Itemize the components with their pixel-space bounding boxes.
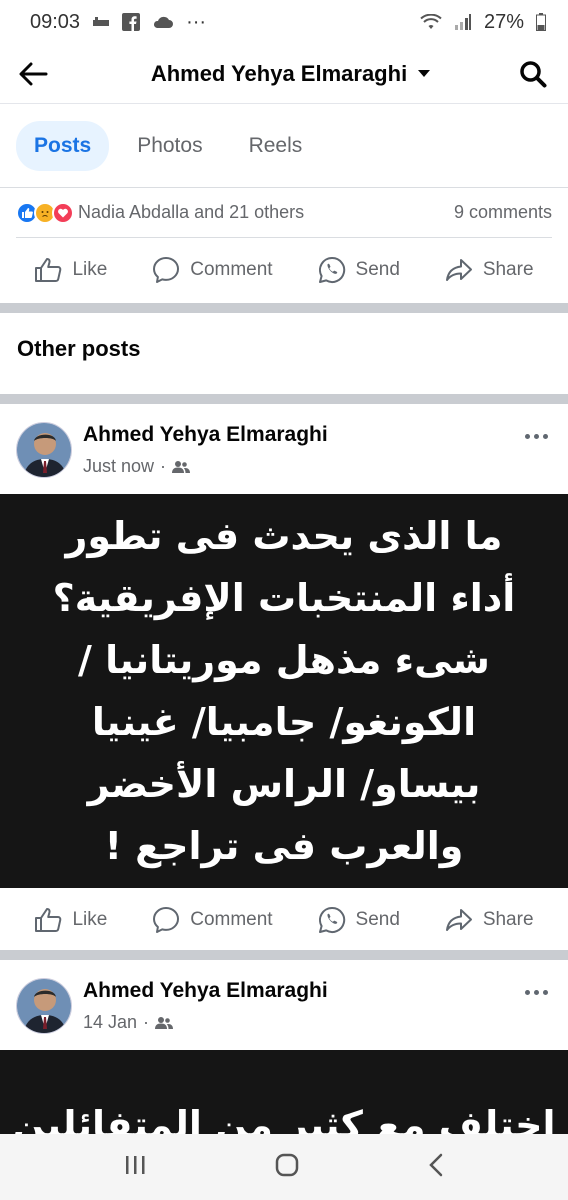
reaction-icons [16,201,74,224]
home-button[interactable] [275,1153,299,1182]
post-author[interactable]: Ahmed Yehya Elmaraghi [83,423,328,447]
profile-tabs: Posts Photos Reels [0,104,568,188]
like-icon [35,258,62,282]
author-photo-icon [17,423,71,477]
separator-dot: · [160,456,167,476]
send-label: Send [355,909,400,930]
signal-icon [454,14,472,30]
comment-label: Comment [190,259,273,280]
send-label: Send [355,259,400,280]
facebook-icon [122,13,141,31]
like-label: Like [72,909,108,930]
more-notifications-icon: ··· [186,10,207,33]
status-right: 27% [420,11,546,34]
recent-apps-button[interactable] [124,1154,146,1181]
dot-icon [542,989,548,995]
recent-apps-icon [126,1155,145,1174]
comment-button[interactable]: Comment [152,256,273,284]
text-post-body[interactable]: اختلف مع كثير من المتفائلين [0,1050,568,1134]
post-action-bar: Like Comment Send Share [0,888,568,952]
search-icon [520,60,547,87]
friends-privacy-icon [155,1016,174,1029]
share-button[interactable]: Share [445,908,534,932]
like-label: Like [72,259,108,280]
post-time[interactable]: 14 Jan [83,1012,137,1033]
profile-header: Ahmed Yehya Elmaraghi [0,44,568,104]
tab-photos[interactable]: Photos [119,121,220,171]
app-notification-icon [92,15,110,29]
battery-level: 27% [483,10,524,33]
share-icon [445,259,472,281]
tab-reels[interactable]: Reels [231,121,321,171]
section-divider [0,950,568,960]
tab-posts[interactable]: Posts [16,120,110,171]
profile-name-dropdown[interactable]: Ahmed Yehya Elmaraghi [84,61,498,87]
avatar[interactable] [16,978,72,1034]
friends-privacy-icon [172,460,191,473]
reactions-summary[interactable]: Nadia Abdalla and 21 others [16,201,305,224]
send-button[interactable]: Send [318,256,400,284]
comments-count[interactable]: 9 comments [454,202,552,223]
battery-icon [536,13,546,31]
love-reaction-icon [52,201,74,224]
section-divider [0,394,568,404]
comment-icon [153,257,180,283]
wifi-icon [420,14,442,30]
caret-down-icon [418,69,431,77]
like-button[interactable]: Like [34,257,107,283]
post-action-bar: Like Comment Send Share [0,238,568,302]
dot-icon [533,433,539,439]
post-meta: 14 Jan · [83,1012,174,1033]
post-header: Ahmed Yehya Elmaraghi Just now · [0,404,568,494]
share-label: Share [482,909,534,930]
post-text: اختلف مع كثير من المتفائلين [12,1103,556,1134]
more-options-button[interactable] [518,424,554,448]
comment-label: Comment [190,909,273,930]
reactions-text: Nadia Abdalla and 21 others [78,202,305,222]
search-button[interactable] [498,44,568,104]
dot-icon [542,433,548,439]
post-time[interactable]: Just now [83,456,154,477]
back-button[interactable] [0,44,66,104]
comment-button[interactable]: Comment [152,906,273,934]
dot-icon [524,433,530,439]
share-button[interactable]: Share [445,258,534,282]
separator-dot: · [143,1012,150,1032]
send-button[interactable]: Send [318,906,400,934]
share-label: Share [482,259,534,280]
more-options-button[interactable] [518,980,554,1004]
back-chevron-icon [428,1153,442,1176]
system-nav-bar [0,1134,568,1200]
comment-icon [153,907,180,933]
like-button[interactable]: Like [34,907,107,933]
status-bar: 09:03 ··· 27% [0,0,568,44]
back-nav-button[interactable] [428,1153,444,1182]
post-text: ما الذى يحدث فى تطور أداء المنتخبات الإف… [52,514,516,868]
post-meta: Just now · [83,456,191,477]
cloud-icon [152,15,174,29]
share-icon [445,909,472,931]
dot-icon [524,989,530,995]
status-left: 09:03 ··· [30,11,206,34]
other-posts-heading: Other posts [17,336,141,361]
whatsapp-icon [318,256,345,283]
page-title: Ahmed Yehya Elmaraghi [150,60,408,86]
author-photo-icon [17,979,71,1033]
whatsapp-icon [318,906,345,933]
post-header: Ahmed Yehya Elmaraghi 14 Jan · [0,960,568,1050]
text-post-body[interactable]: ما الذى يحدث فى تطور أداء المنتخبات الإف… [0,494,568,888]
like-icon [35,908,62,932]
reactions-summary-row: Nadia Abdalla and 21 others 9 comments [16,188,552,238]
back-arrow-icon [19,62,48,85]
dot-icon [533,989,539,995]
post-author[interactable]: Ahmed Yehya Elmaraghi [83,979,328,1003]
home-icon [275,1153,299,1176]
section-divider [0,303,568,313]
avatar[interactable] [16,422,72,478]
status-time: 09:03 [30,10,81,33]
